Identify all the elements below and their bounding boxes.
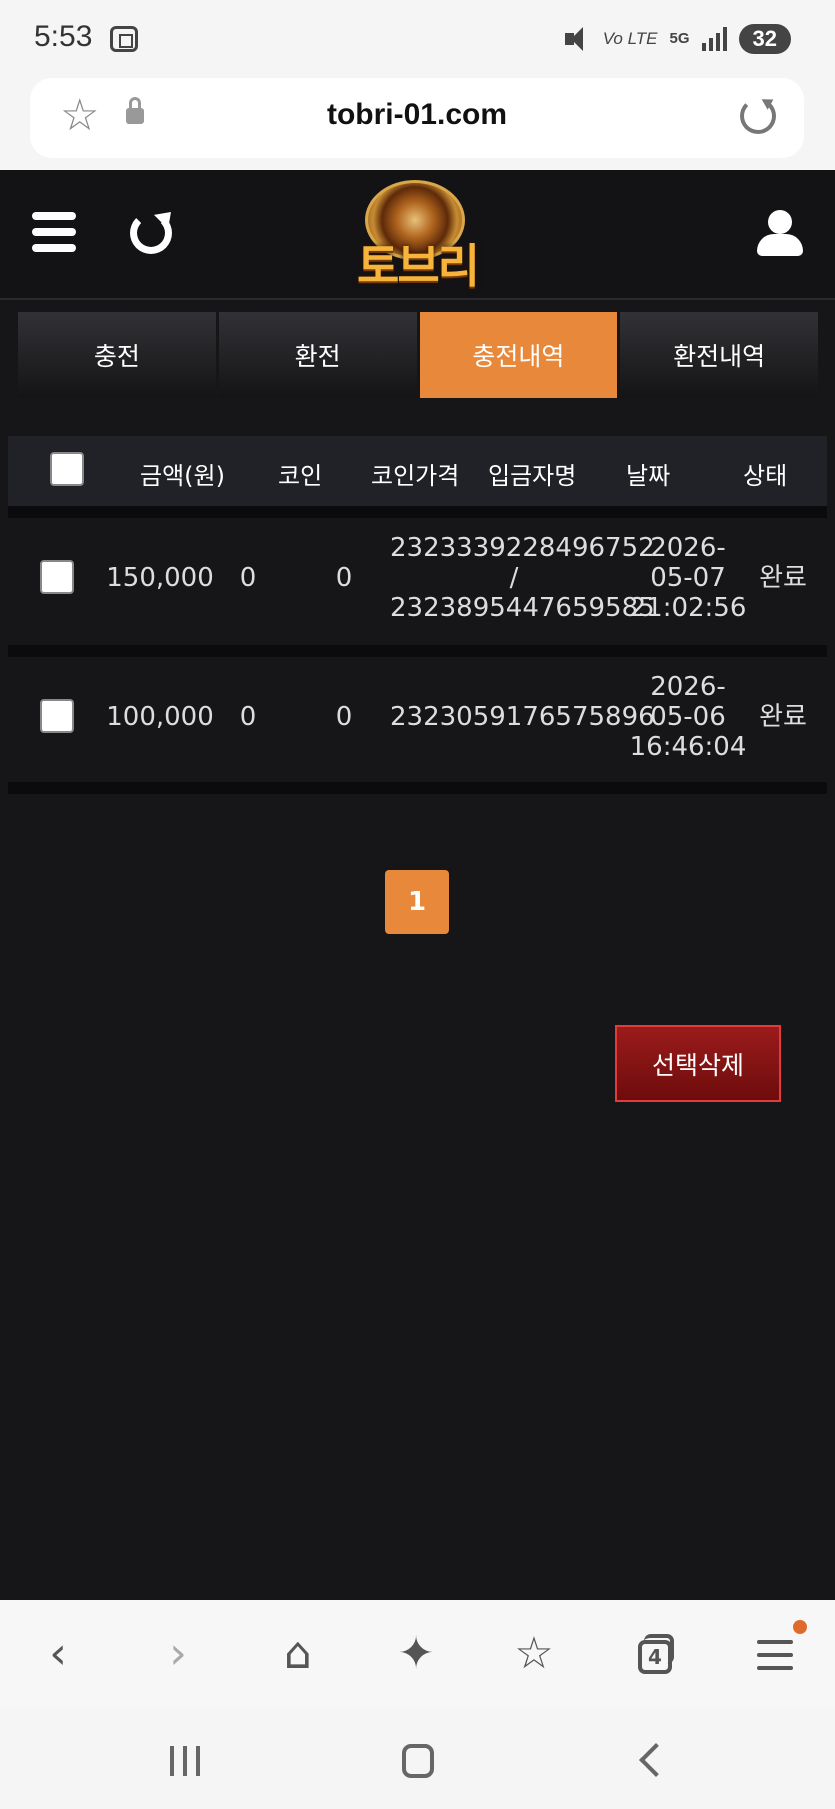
date-line: 21:02:56 xyxy=(629,593,747,623)
cell-status: 완료 xyxy=(759,563,807,593)
bookmarks-icon[interactable]: ☆ xyxy=(508,1628,560,1680)
page-1-button[interactable]: 1 xyxy=(385,870,449,934)
header-depositor: 입금자명 xyxy=(488,462,577,490)
tab-exchange[interactable]: 환전 xyxy=(218,312,417,398)
depositor-line: 2323059176575896 xyxy=(390,702,655,732)
cell-coin-price: 0 xyxy=(335,563,353,593)
volte-indicator: Vo LTE xyxy=(602,29,658,48)
header-amount: 금액(원) xyxy=(140,462,225,490)
recent-apps-icon[interactable] xyxy=(170,1746,200,1776)
depositor-line: / xyxy=(509,563,519,593)
back-icon[interactable]: ‹ xyxy=(32,1628,84,1680)
cell-date: 2026- 05-07 21:02:56 xyxy=(628,533,748,623)
status-bar: 5:53 Vo LTE 5G 32 xyxy=(0,0,835,76)
date-line: 2026- xyxy=(650,672,726,702)
table-row: 100,000 0 0 2323059176575896 2026- 05-06… xyxy=(8,657,827,777)
network-5g-indicator: 5G xyxy=(669,30,690,47)
hamburger-menu-icon[interactable] xyxy=(32,212,76,256)
menu-icon[interactable] xyxy=(757,1640,793,1679)
site-logo[interactable]: 토브리 xyxy=(345,180,490,293)
table-row: 150,000 0 0 2323339228496752 / 232389544… xyxy=(8,518,827,638)
depositor-line: 2323895447659585 xyxy=(390,593,655,623)
home-icon[interactable]: ⌂ xyxy=(272,1628,324,1680)
site-header: 토브리 xyxy=(0,170,835,300)
row-separator xyxy=(8,782,827,794)
screenshot-icon xyxy=(110,26,138,52)
system-back-icon[interactable] xyxy=(639,1743,673,1777)
status-icons: Vo LTE 5G 32 xyxy=(563,22,791,56)
refresh-icon[interactable] xyxy=(130,212,172,254)
address-bar[interactable]: ☆ tobri-01.com xyxy=(30,78,804,158)
tabs-icon[interactable]: 4 xyxy=(638,1634,674,1674)
cell-depositor: 2323339228496752 / 2323895447659585 xyxy=(390,533,655,623)
table-header: 금액(원) 코인 코인가격 입금자명 날짜 상태 xyxy=(8,436,827,506)
date-line: 2026- xyxy=(650,533,726,563)
row-separator xyxy=(8,645,827,657)
row-separator xyxy=(8,506,827,518)
header-coin: 코인 xyxy=(278,462,323,490)
notification-dot xyxy=(793,1620,807,1634)
tab-bar: 충전 환전 충전내역 환전내역 xyxy=(18,312,818,398)
web-page: 토브리 충전 환전 충전내역 환전내역 금액(원) 코인 코인가격 입금자명 날… xyxy=(0,170,835,1600)
browser-toolbar: ‹ › ⌂ ✦ ☆ 4 xyxy=(0,1600,835,1708)
delete-selected-button[interactable]: 선택삭제 xyxy=(615,1025,781,1102)
url-text[interactable]: tobri-01.com xyxy=(30,98,804,132)
select-all-checkbox[interactable] xyxy=(50,452,84,486)
date-line: 05-06 xyxy=(650,702,726,732)
tab-charge-history[interactable]: 충전내역 xyxy=(419,312,618,398)
forward-icon[interactable]: › xyxy=(152,1628,204,1680)
row-checkbox[interactable] xyxy=(40,699,74,733)
signal-icon xyxy=(701,27,727,51)
cell-status: 완료 xyxy=(759,702,807,732)
battery-indicator: 32 xyxy=(738,24,791,54)
cell-date: 2026- 05-06 16:46:04 xyxy=(628,672,748,762)
date-line: 05-07 xyxy=(650,563,726,593)
reload-icon[interactable] xyxy=(740,98,776,134)
status-time: 5:53 xyxy=(34,20,93,53)
sparkle-icon[interactable]: ✦ xyxy=(390,1628,442,1680)
home-button-icon[interactable] xyxy=(402,1744,434,1778)
date-line: 16:46:04 xyxy=(629,732,747,762)
user-icon[interactable] xyxy=(757,210,803,256)
cell-depositor: 2323059176575896 xyxy=(390,702,655,732)
cell-coin-price: 0 xyxy=(335,702,353,732)
cell-amount: 100,000 xyxy=(106,702,214,732)
cell-amount: 150,000 xyxy=(106,563,214,593)
depositor-line: 2323339228496752 xyxy=(390,533,655,563)
cell-coin: 0 xyxy=(239,702,257,732)
cell-coin: 0 xyxy=(239,563,257,593)
tab-charge[interactable]: 충전 xyxy=(18,312,216,398)
logo-text: 토브리 xyxy=(357,239,480,293)
header-status: 상태 xyxy=(743,462,788,490)
row-checkbox[interactable] xyxy=(40,560,74,594)
system-nav-bar xyxy=(0,1708,835,1809)
mute-icon xyxy=(563,25,591,53)
header-coin-price: 코인가격 xyxy=(371,462,460,490)
header-date: 날짜 xyxy=(626,462,671,490)
tab-exchange-history[interactable]: 환전내역 xyxy=(620,312,818,398)
